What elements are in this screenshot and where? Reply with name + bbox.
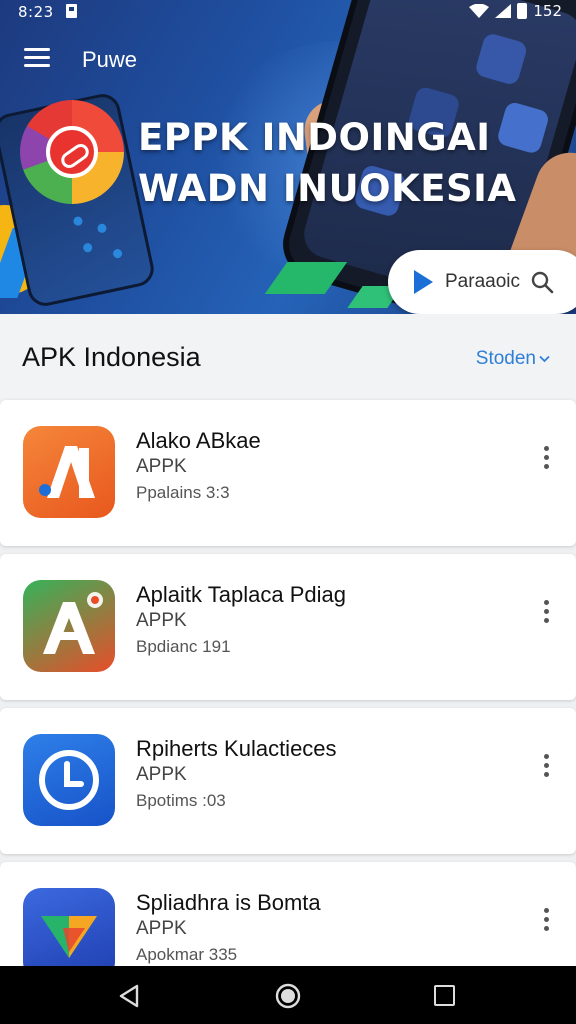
home-icon[interactable] <box>275 983 301 1009</box>
app-list-item[interactable]: Alako ABkae APPK Ppalains 3:3 <box>0 400 576 546</box>
more-options-icon[interactable] <box>540 446 552 476</box>
recents-icon[interactable] <box>434 985 455 1006</box>
app-meta: Ppalains 3:3 <box>136 483 230 502</box>
status-icons: 152 <box>469 2 562 20</box>
more-options-icon[interactable] <box>540 908 552 938</box>
section-title: APK Indonesia <box>22 342 201 372</box>
menu-icon-line <box>24 64 50 67</box>
screen: EPPK INDOINGAI WADN INUOKESIA Paraaoic 8… <box>0 0 576 1024</box>
banner-app-logo <box>20 100 124 204</box>
signal-icon <box>495 4 512 18</box>
sort-dropdown[interactable]: Stoden <box>476 348 550 370</box>
more-options-icon[interactable] <box>540 600 552 630</box>
app-name: Rpiherts Kulactieces <box>136 736 337 761</box>
wifi-icon <box>469 4 490 18</box>
orange-a-app-icon-glyph <box>39 446 95 498</box>
app-meta: Bpdianc 191 <box>136 637 231 656</box>
notification-icon <box>66 4 77 18</box>
phone-dot <box>112 248 123 259</box>
app-type: APPK <box>136 456 187 477</box>
banner-headline-line2: WADN INUOKESIA <box>138 167 517 210</box>
status-time: 8:23 <box>18 3 54 21</box>
app-name: Spliadhra is Bomta <box>136 890 321 915</box>
banner-green-shape <box>264 262 348 294</box>
app-meta: Apokmar 335 <box>136 945 238 964</box>
phone-app-tile <box>473 31 529 87</box>
app-bar: Puwe <box>0 30 400 86</box>
sort-label: Stoden <box>475 348 536 369</box>
banner-search-button[interactable]: Paraaoic <box>388 250 576 314</box>
green-a-app-icon <box>23 580 115 672</box>
menu-icon-line <box>24 56 50 59</box>
banner-headline: EPPK INDOINGAI WADN INUOKESIA <box>138 112 538 214</box>
battery-icon <box>517 3 528 19</box>
banner-search-label: Paraaoic <box>445 271 520 292</box>
status-bar: 8:23 152 <box>0 0 576 24</box>
green-a-app-icon-glyph <box>43 592 103 654</box>
app-meta: Bpotims :03 <box>136 791 226 810</box>
menu-icon-line <box>24 48 50 51</box>
phone-dot <box>72 215 84 227</box>
chevron-down-icon <box>539 355 550 363</box>
app-type: APPK <box>136 764 187 785</box>
more-options-icon[interactable] <box>540 754 552 784</box>
search-icon <box>531 271 554 294</box>
back-icon[interactable] <box>118 984 140 1008</box>
phone-dot <box>82 242 94 254</box>
orange-a-app-icon <box>23 426 115 518</box>
menu-icon[interactable] <box>24 48 50 70</box>
app-type: APPK <box>136 918 187 939</box>
banner-headline-line1: EPPK INDOINGAI <box>138 116 491 159</box>
banner-app-logo-center <box>46 126 98 178</box>
app-name: Alako ABkae <box>136 428 261 453</box>
clock-app-icon <box>23 734 115 826</box>
section-header: APK Indonesia Stoden <box>0 314 576 398</box>
app-title: Puwe <box>82 47 138 72</box>
app-type: APPK <box>136 610 187 631</box>
battery-text: 152 <box>533 2 562 20</box>
app-list-item[interactable]: Rpiherts Kulactieces APPK Bpotims :03 <box>0 708 576 854</box>
navigation-bar <box>0 966 576 1024</box>
clock-app-icon-glyph <box>39 750 99 810</box>
play-icon <box>414 270 433 294</box>
app-list-item[interactable]: Aplaitk Taplaca Pdiag APPK Bpdianc 191 <box>0 554 576 700</box>
app-name: Aplaitk Taplaca Pdiag <box>136 582 346 607</box>
phone-dot <box>96 222 108 234</box>
